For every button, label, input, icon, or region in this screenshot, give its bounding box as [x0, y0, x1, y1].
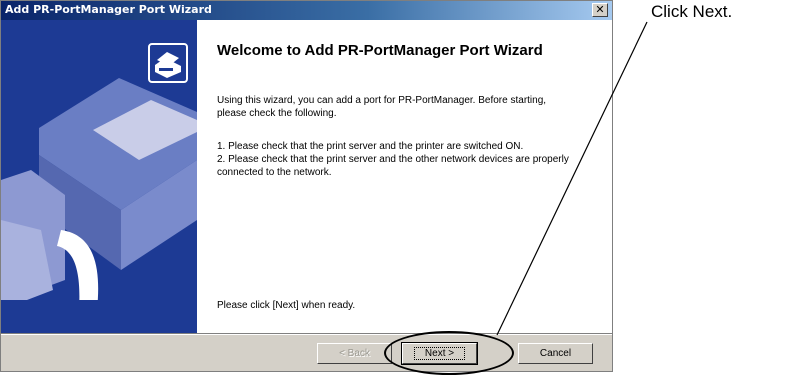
next-button[interactable]: Next > — [401, 342, 478, 365]
window-title: Add PR-PortManager Port Wizard — [5, 3, 212, 16]
check-item-2: 2. Please check that the print server an… — [217, 154, 569, 178]
wizard-content: Welcome to Add PR-PortManager Port Wizar… — [197, 20, 612, 333]
printer-wizard-icon — [148, 43, 188, 83]
button-divider — [1, 333, 612, 335]
page-title: Welcome to Add PR-PortManager Port Wizar… — [217, 42, 543, 59]
back-button-label: < Back — [339, 348, 370, 359]
cancel-button[interactable]: Cancel — [518, 343, 593, 364]
callout-text: Click Next. — [651, 2, 733, 21]
printer-illustration — [1, 43, 197, 333]
title-bar[interactable]: Add PR-PortManager Port Wizard ✕ — [1, 1, 612, 20]
intro-text: Using this wizard, you can add a port fo… — [217, 95, 547, 119]
wizard-side-panel — [1, 20, 197, 333]
next-button-label: Next > — [413, 347, 466, 360]
ready-text: Please click [Next] when ready. — [217, 300, 356, 311]
check-list: 1. Please check that the print server an… — [217, 140, 602, 179]
close-icon: ✕ — [595, 3, 605, 16]
cancel-button-label: Cancel — [539, 348, 572, 359]
back-button[interactable]: < Back — [317, 343, 392, 364]
close-button[interactable]: ✕ — [592, 3, 608, 17]
check-item-1: 1. Please check that the print server an… — [217, 141, 524, 152]
wizard-window: Add PR-PortManager Port Wizard ✕ Welcome… — [0, 0, 613, 372]
